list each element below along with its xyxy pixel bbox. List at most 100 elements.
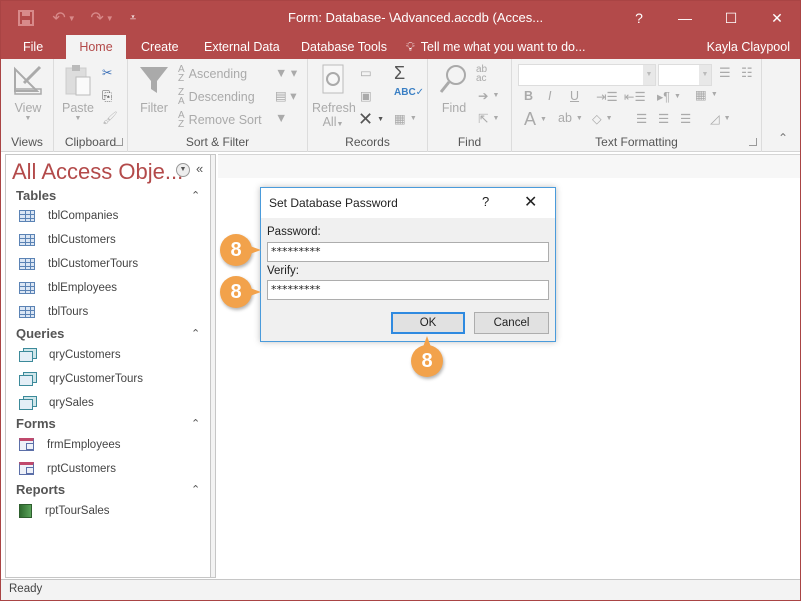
list-item[interactable]: frmEmployees: [19, 438, 121, 451]
align-left-icon[interactable]: ☰: [636, 111, 647, 126]
filter-icon: [138, 63, 170, 97]
list-item[interactable]: qryCustomerTours: [19, 372, 143, 386]
minimize-icon[interactable]: —: [662, 1, 708, 35]
tab-home[interactable]: Home: [66, 35, 126, 59]
format-painter-icon[interactable]: 🖌︎: [102, 111, 118, 126]
quick-access-toolbar: ↶ ▼ ↷ ▼ ⩡: [9, 1, 143, 35]
select-icon[interactable]: ⇱ ▼: [478, 111, 499, 126]
bullets-icon[interactable]: ☰: [719, 65, 731, 81]
section-queries[interactable]: Queries: [16, 326, 64, 341]
dialog-help-icon[interactable]: ?: [482, 194, 489, 209]
increase-indent-icon[interactable]: ⇥☰: [596, 89, 618, 104]
view-button[interactable]: View ▼: [9, 63, 47, 122]
password-field[interactable]: *********: [267, 242, 549, 262]
save-record-icon[interactable]: ▣: [360, 88, 372, 103]
tab-database-tools[interactable]: Database Tools: [291, 35, 397, 59]
close-icon[interactable]: ✕: [754, 1, 800, 35]
chevron-down-icon[interactable]: ▼: [643, 65, 655, 85]
alternate-row-color-icon[interactable]: ◿ ▼: [710, 111, 731, 126]
report-icon: [19, 504, 32, 518]
user-name[interactable]: Kayla Claypool: [707, 35, 790, 59]
italic-button[interactable]: I: [548, 89, 551, 103]
font-name-combo[interactable]: ▼: [518, 64, 656, 86]
remove-sort-button[interactable]: AZ Remove Sort: [178, 111, 262, 130]
list-item[interactable]: tblEmployees: [19, 282, 117, 294]
more-records-icon[interactable]: ▦ ▼: [394, 111, 417, 126]
collapse-ribbon-icon[interactable]: ⌃: [778, 131, 788, 145]
maximize-icon[interactable]: ☐: [708, 1, 754, 35]
bold-button[interactable]: B: [524, 89, 533, 103]
font-color-button[interactable]: A ▼: [524, 109, 547, 130]
list-item[interactable]: rptTourSales: [19, 504, 110, 518]
list-item[interactable]: qrySales: [19, 396, 94, 410]
underline-button[interactable]: U: [570, 89, 579, 103]
list-item[interactable]: qryCustomers: [19, 348, 121, 362]
chevron-down-icon: ▼: [74, 115, 82, 122]
section-tables[interactable]: Tables: [16, 188, 56, 203]
replace-icon[interactable]: ab ac: [476, 65, 487, 84]
dialog-close-icon[interactable]: ✕: [524, 192, 537, 212]
chevron-down-icon[interactable]: ▼: [699, 65, 711, 85]
spelling-icon[interactable]: ABC✓: [394, 87, 424, 98]
align-right-icon[interactable]: ☰: [680, 111, 691, 126]
undo-icon[interactable]: ↶ ▼: [47, 4, 81, 32]
decrease-indent-icon[interactable]: ⇤☰: [624, 89, 646, 104]
customize-qat-icon[interactable]: ⩡: [123, 4, 143, 32]
fill-color-icon[interactable]: ◇ ▼: [592, 111, 613, 126]
selection-filter-icon[interactable]: ▼ ▾: [275, 65, 297, 80]
paste-button[interactable]: Paste ▼: [60, 63, 96, 122]
tab-external-data[interactable]: External Data: [194, 35, 290, 59]
sort-descending-button[interactable]: ZA Descending: [178, 88, 255, 107]
toggle-filter-icon[interactable]: ▼: [275, 111, 287, 125]
verify-field[interactable]: *********: [267, 280, 549, 300]
collapse-reports-icon[interactable]: ⌃: [191, 483, 200, 496]
delete-record-icon[interactable]: ✕ ▼: [358, 109, 384, 130]
highlight-icon[interactable]: ab ▼: [558, 111, 583, 125]
filter-button[interactable]: Filter: [134, 63, 174, 115]
tab-file[interactable]: File: [13, 35, 53, 59]
tab-create[interactable]: Create: [131, 35, 189, 59]
nav-menu-icon[interactable]: ▼: [176, 163, 190, 177]
list-item[interactable]: tblTours: [19, 306, 88, 318]
redo-icon[interactable]: ↷ ▼: [85, 4, 119, 32]
list-item[interactable]: tblCompanies: [19, 210, 118, 222]
status-text: Ready: [9, 583, 43, 595]
dialog-title-bar: Set Database Password ? ✕: [261, 188, 555, 218]
text-formatting-launcher-icon[interactable]: [749, 138, 757, 146]
cut-icon[interactable]: ✂: [102, 65, 112, 80]
ribbon: View ▼ Views Paste ▼ ✂ ⎘ 🖌︎ Clipboard Fi…: [1, 59, 800, 152]
list-item[interactable]: tblCustomerTours: [19, 258, 138, 270]
sort-ascending-button[interactable]: AZ Ascending: [178, 65, 247, 84]
group-find: Find ab ac ➔ ▼ ⇱ ▼ Find: [428, 59, 512, 152]
section-forms[interactable]: Forms: [16, 416, 56, 431]
nav-pane-title[interactable]: All Access Obje...: [12, 159, 183, 185]
new-record-icon[interactable]: ▭: [360, 65, 372, 80]
collapse-forms-icon[interactable]: ⌃: [191, 417, 200, 430]
gridlines-icon[interactable]: ▦ ▼: [695, 87, 718, 102]
query-icon: [19, 396, 37, 410]
advanced-filter-icon[interactable]: ▤ ▾: [275, 88, 297, 103]
section-reports[interactable]: Reports: [16, 482, 65, 497]
go-to-icon[interactable]: ➔ ▼: [478, 88, 499, 103]
help-icon[interactable]: ?: [616, 1, 662, 35]
totals-icon[interactable]: Σ: [394, 63, 405, 84]
numbering-icon[interactable]: ☷: [741, 65, 753, 81]
align-center-icon[interactable]: ☰: [658, 111, 669, 126]
ok-button[interactable]: OK: [391, 312, 465, 334]
save-icon[interactable]: [9, 4, 43, 32]
collapse-queries-icon[interactable]: ⌃: [191, 327, 200, 340]
tell-me-box[interactable]: 💡︎ Tell me what you want to do...: [406, 35, 585, 59]
collapse-tables-icon[interactable]: ⌃: [191, 189, 200, 202]
shutter-bar-close-icon[interactable]: «: [196, 161, 203, 176]
find-button[interactable]: Find: [434, 63, 474, 115]
group-views: View ▼ Views: [1, 59, 54, 152]
list-item[interactable]: tblCustomers: [19, 234, 116, 246]
cancel-button[interactable]: Cancel: [474, 312, 549, 334]
nav-scrollbar[interactable]: [210, 155, 215, 577]
paragraph-direction-icon[interactable]: ▸¶ ▼: [657, 89, 681, 104]
refresh-all-button[interactable]: Refresh All▼: [312, 63, 356, 129]
clipboard-launcher-icon[interactable]: [115, 138, 123, 146]
font-size-combo[interactable]: ▼: [658, 64, 712, 86]
list-item[interactable]: rptCustomers: [19, 462, 116, 475]
copy-icon[interactable]: ⎘: [102, 89, 112, 104]
